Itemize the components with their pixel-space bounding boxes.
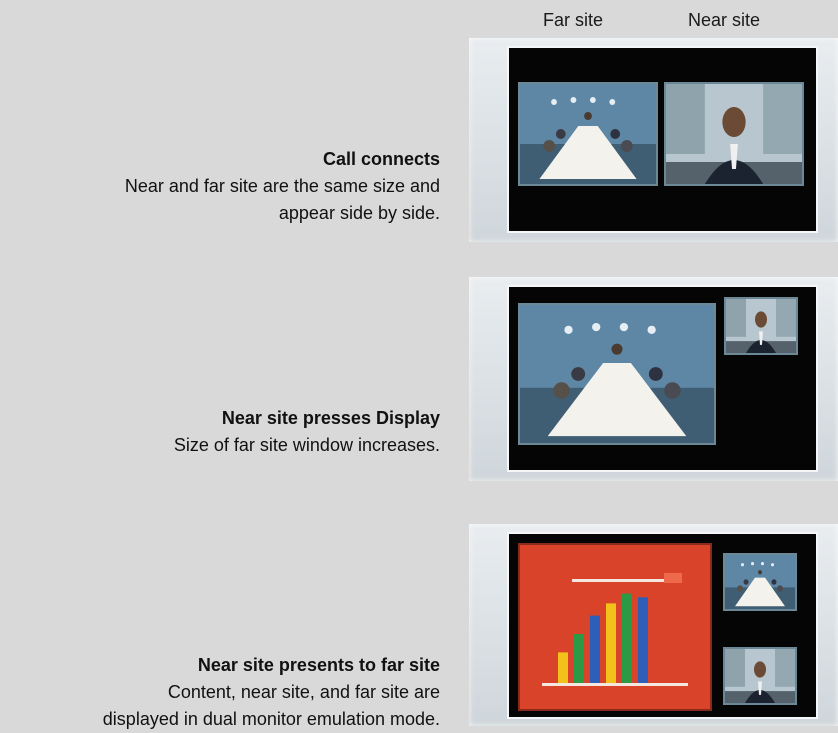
step-3-desc-line-1: Content, near site, and far site are	[167, 682, 440, 702]
presenter-image	[726, 299, 796, 353]
step-3-text: Near site presents to far site Content, …	[103, 652, 440, 733]
slide-tag	[664, 573, 682, 583]
step-3-near-site-window	[723, 647, 797, 705]
step-2-screen	[507, 285, 818, 472]
chart-bar	[606, 603, 616, 683]
step-1-text: Call connects Near and far site are the …	[125, 146, 440, 227]
step-2-near-site-window	[724, 297, 798, 355]
step-1-desc-line-2: appear side by side.	[278, 203, 440, 223]
step-3-desc-line-2: displayed in dual monitor emulation mode…	[102, 709, 440, 729]
chart-bar	[574, 634, 584, 683]
near-site-label: Near site	[688, 10, 761, 30]
chart-bar	[558, 652, 568, 683]
step-1-desc-line-1: Near and far site are the same size and	[124, 176, 440, 196]
step-3-title: Near site presents to far site	[197, 655, 440, 675]
conference-room-image	[725, 555, 795, 609]
content-presentation-chart	[520, 545, 710, 709]
step-2-title: Near site presses Display	[221, 408, 440, 428]
chart-bar	[590, 615, 600, 683]
step-3-screen	[507, 532, 818, 719]
step-3-frame	[469, 524, 838, 726]
conference-room-image	[520, 305, 714, 443]
step-1-title: Call connects	[322, 149, 440, 169]
chart-x-axis	[542, 683, 688, 686]
step-2-frame	[469, 277, 838, 481]
far-site-label: Far site	[543, 10, 604, 30]
slide-title-line	[572, 579, 664, 582]
step-1-frame	[469, 38, 838, 242]
presenter-image	[666, 84, 802, 184]
presenter-image	[725, 649, 795, 703]
step-1-near-site-window	[664, 82, 804, 186]
chart-bar	[638, 597, 648, 683]
conference-room-image	[520, 84, 656, 184]
step-3-far-site-window	[723, 553, 797, 611]
step-1-screen	[507, 46, 818, 233]
step-2-far-site-window	[518, 303, 716, 445]
step-2-desc-line-1: Size of far site window increases.	[173, 435, 440, 455]
step-1-far-site-window	[518, 82, 658, 186]
step-3-content-window	[518, 543, 712, 711]
step-2-text: Near site presses Display Size of far si…	[174, 405, 440, 459]
chart-bar	[622, 593, 632, 683]
